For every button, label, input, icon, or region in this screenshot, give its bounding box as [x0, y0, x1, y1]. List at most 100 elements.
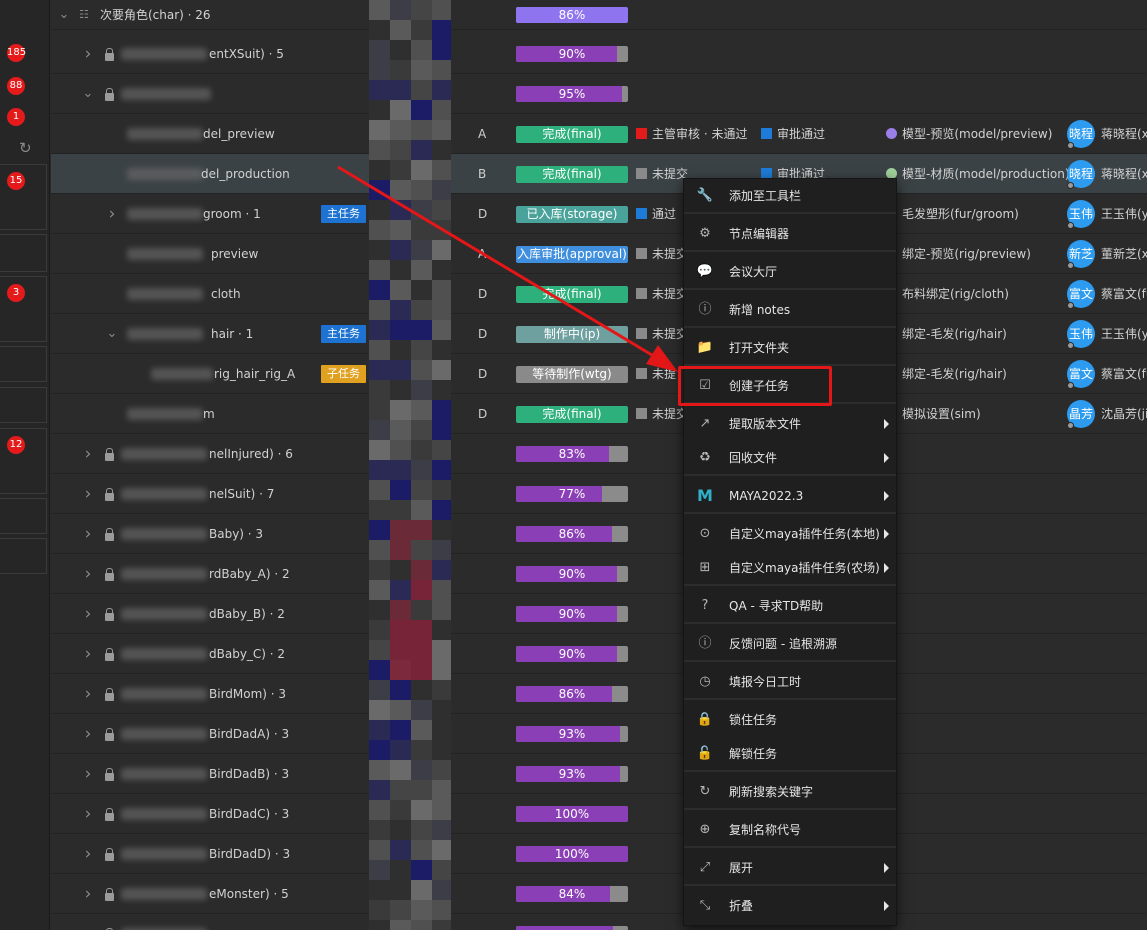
table-row[interactable]: ›: [51, 914, 1147, 930]
status-badge[interactable]: 完成(final): [516, 166, 628, 183]
table-row[interactable]: ⌄ 95%: [51, 74, 1147, 114]
progress-bar: 86%: [516, 686, 628, 702]
table-row[interactable]: preview A 入库审批(approval) 未提交 绑定-预览(rig/previ…: [51, 234, 1147, 274]
table-row[interactable]: ⌄ hair · 1 主任务 D 制作中(ip) 未提交 绑定-毛发(rig/hair) 玉伟…: [51, 314, 1147, 354]
notification-badge[interactable]: 185: [7, 44, 26, 62]
thumbnail-pixel: [411, 200, 432, 220]
avatar[interactable]: 玉伟: [1067, 320, 1095, 349]
table-row[interactable]: › rdBaby_A) · 2 90%: [51, 554, 1147, 594]
status-badge[interactable]: 完成(final): [516, 286, 628, 303]
sidebar-panel[interactable]: [0, 387, 47, 423]
chevron-right-icon[interactable]: ›: [81, 686, 95, 703]
status-badge[interactable]: 已入库(storage): [516, 206, 628, 223]
grade-label: D: [478, 367, 488, 381]
table-row[interactable]: › eMonster) · 5 84%: [51, 874, 1147, 914]
thumbnail-pixel: [369, 520, 390, 540]
menu-item[interactable]: ♻ 回收文件: [684, 441, 896, 475]
status-badge[interactable]: 入库审批(approval): [516, 246, 628, 263]
sidebar-panel[interactable]: [0, 498, 47, 534]
notification-badge[interactable]: 3: [7, 284, 25, 302]
avatar[interactable]: 晶芳: [1067, 400, 1095, 429]
thumbnail-pixel: [390, 340, 411, 360]
chevron-right-icon[interactable]: ›: [81, 486, 95, 503]
chevron-right-icon[interactable]: ›: [81, 566, 95, 583]
chevron-right-icon[interactable]: ›: [81, 606, 95, 623]
avatar[interactable]: 富文: [1067, 360, 1095, 389]
chevron-right-icon[interactable]: ›: [81, 726, 95, 743]
status-badge[interactable]: 制作中(ip): [516, 326, 628, 343]
blurred-name: [121, 648, 207, 660]
menu-item[interactable]: ⚙ 节点编辑器: [684, 217, 896, 251]
menu-item-label: 折叠: [729, 899, 754, 913]
chevron-right-icon[interactable]: ›: [81, 446, 95, 463]
menu-item[interactable]: 📁 打开文件夹: [684, 331, 896, 365]
chevron-right-icon[interactable]: ›: [105, 206, 119, 223]
table-row[interactable]: › BirdDadD) · 3 100%: [51, 834, 1147, 874]
refresh-icon[interactable]: ↻: [19, 140, 35, 156]
thumbnail-pixel: [390, 380, 411, 400]
menu-item[interactable]: ◷ 填报今日工时: [684, 665, 896, 699]
chevron-right-icon[interactable]: ›: [81, 46, 95, 63]
table-row[interactable]: cloth D 完成(final) 未提交 布料绑定(rig/cloth) 富文 蔡富文(f…: [51, 274, 1147, 314]
table-row[interactable]: › dBaby_C) · 2 90%: [51, 634, 1147, 674]
notification-badge[interactable]: 1: [7, 108, 25, 126]
sidebar-panel[interactable]: [0, 234, 47, 272]
group-row[interactable]: ⌄ ☷ 次要角色(char) · 26 86%: [51, 0, 1147, 30]
table-row[interactable]: › groom · 1 主任务 D 已入库(storage) 通过 毛发塑形(fur/gro…: [51, 194, 1147, 234]
chevron-right-icon[interactable]: ›: [81, 806, 95, 823]
menu-item[interactable]: ⊙ 自定义maya插件任务(本地): [684, 517, 896, 551]
table-row[interactable]: › Baby) · 3 86%: [51, 514, 1147, 554]
notification-badge[interactable]: 12: [7, 436, 25, 454]
chevron-right-icon[interactable]: ›: [81, 886, 95, 903]
menu-item[interactable]: ⤡ 折叠: [684, 889, 896, 923]
row-label: rig_hair_rig_A: [214, 367, 296, 381]
table-row[interactable]: m D 完成(final) 未提交 模拟设置(sim) 晶芳 沈晶芳(ji: [51, 394, 1147, 434]
menu-item[interactable]: ↗ 提取版本文件: [684, 407, 896, 441]
chevron-down-icon[interactable]: ⌄: [81, 87, 95, 101]
chevron-right-icon[interactable]: ›: [81, 526, 95, 543]
table-row[interactable]: › nelInjured) · 6 83%: [51, 434, 1147, 474]
menu-item[interactable]: M MAYA2022.3: [684, 479, 896, 513]
table-row[interactable]: rig_hair_rig_A 子任务 D 等待制作(wtg) 未提 绑定-毛发(rig/h…: [51, 354, 1147, 394]
table-row[interactable]: › entXSuit) · 5 90%: [51, 34, 1147, 74]
menu-item[interactable]: ⤢ 展开: [684, 851, 896, 885]
chevron-right-icon[interactable]: ›: [81, 846, 95, 863]
menu-item[interactable]: 💬 会议大厅: [684, 255, 896, 289]
menu-item[interactable]: 🔓 解锁任务: [684, 737, 896, 771]
menu-item[interactable]: ⓘ 新增 notes: [684, 293, 896, 327]
table-row[interactable]: › BirdDadB) · 3 93%: [51, 754, 1147, 794]
avatar[interactable]: 晓程: [1067, 160, 1095, 189]
sidebar-panel[interactable]: [0, 276, 47, 342]
menu-item[interactable]: ⊞ 自定义maya插件任务(农场): [684, 551, 896, 585]
notification-badge[interactable]: 88: [7, 77, 25, 95]
menu-item[interactable]: ↻ 刷新搜索关键字: [684, 775, 896, 809]
table-row[interactable]: › BirdDadC) · 3 100%: [51, 794, 1147, 834]
chevron-down-icon[interactable]: ⌄: [57, 8, 71, 22]
table-row[interactable]: del_production B 完成(final) 未提交 审批通过 模型-材质(mod…: [51, 154, 1147, 194]
sidebar-panel[interactable]: [0, 164, 47, 230]
avatar[interactable]: 新芝: [1067, 240, 1095, 269]
chevron-down-icon[interactable]: ⌄: [105, 327, 119, 341]
table-row[interactable]: del_preview A 完成(final) 主管审核 · 未通过 审批通过 模型-预览…: [51, 114, 1147, 154]
menu-item[interactable]: ⓘ 反馈问题 - 追根溯源: [684, 627, 896, 661]
status-badge[interactable]: 完成(final): [516, 126, 628, 143]
menu-item[interactable]: ? QA - 寻求TD帮助: [684, 589, 896, 623]
avatar[interactable]: 富文: [1067, 280, 1095, 309]
sidebar-panel[interactable]: [0, 428, 47, 494]
sidebar-panel[interactable]: [0, 538, 47, 574]
table-row[interactable]: › dBaby_B) · 2 90%: [51, 594, 1147, 634]
table-row[interactable]: › nelSuit) · 7 77%: [51, 474, 1147, 514]
thumbnail-pixel: [432, 860, 451, 880]
table-row[interactable]: › BirdDadA) · 3 93%: [51, 714, 1147, 754]
table-row[interactable]: › BirdMom) · 3 86%: [51, 674, 1147, 714]
chevron-right-icon[interactable]: ›: [81, 646, 95, 663]
avatar[interactable]: 晓程: [1067, 120, 1095, 149]
status-badge[interactable]: 完成(final): [516, 406, 628, 423]
status-badge[interactable]: 等待制作(wtg): [516, 366, 628, 383]
menu-item[interactable]: ⊕ 复制名称代号: [684, 813, 896, 847]
menu-item[interactable]: 🔒 锁住任务: [684, 703, 896, 737]
avatar[interactable]: 玉伟: [1067, 200, 1095, 229]
chevron-right-icon[interactable]: ›: [81, 766, 95, 783]
menu-item[interactable]: 🔧 添加至工具栏: [684, 179, 896, 213]
sidebar-panel[interactable]: [0, 346, 47, 382]
